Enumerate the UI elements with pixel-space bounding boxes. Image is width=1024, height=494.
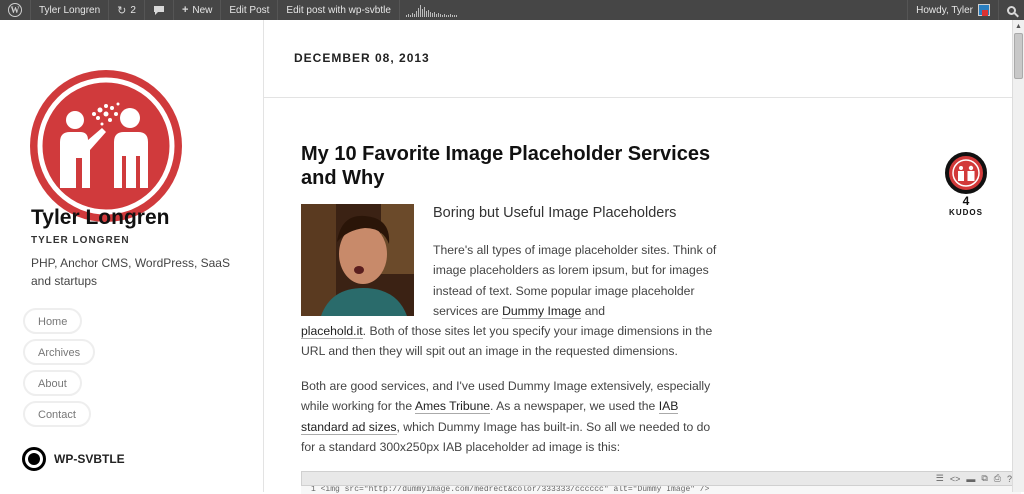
scroll-thumb[interactable] — [1014, 33, 1023, 79]
blog-description: PHP, Anchor CMS, WordPress, SaaS and sta… — [31, 256, 230, 288]
copy-icon[interactable]: ⧉ — [981, 473, 987, 484]
kudos-logo-icon — [952, 159, 980, 187]
sidebar-item-archives[interactable]: Archives — [23, 339, 96, 365]
edit-post-link[interactable]: Edit Post — [221, 0, 277, 20]
page-scrollbar[interactable]: ▲ — [1012, 20, 1024, 492]
kudos-icon[interactable] — [945, 152, 987, 194]
placehold-it-link[interactable]: placehold.it — [301, 324, 363, 339]
paragraph-1-wrap: There's all types of image placeholder s… — [433, 240, 718, 321]
comments-link[interactable] — [145, 0, 173, 20]
post-title[interactable]: My 10 Favorite Image Placeholder Service… — [301, 142, 721, 190]
edit-with-svbtle-link[interactable]: Edit post with wp-svbtle — [278, 0, 399, 20]
plus-icon: + — [181, 4, 189, 16]
account-menu[interactable]: Howdy, Tyler — [908, 0, 998, 20]
sidebar: Tyler Longren TYLER LONGREN PHP, Anchor … — [0, 20, 264, 492]
intro-heading: Boring but Useful Image Placeholders — [433, 205, 677, 221]
stats-sparkline[interactable] — [400, 3, 463, 17]
paragraph-1-and: and — [581, 303, 606, 318]
wordpress-menu[interactable]: W — [0, 0, 30, 20]
view-source-icon[interactable]: ☰ — [936, 473, 944, 484]
divider — [264, 97, 1012, 98]
blog-subtitle: TYLER LONGREN — [31, 235, 130, 246]
search-icon — [1007, 5, 1016, 15]
sidebar-item-about[interactable]: About — [23, 370, 82, 396]
greeting-label: Howdy, Tyler — [916, 4, 973, 16]
blog-title[interactable]: Tyler Longren — [31, 206, 169, 230]
paragraph-1-end: . Both of those sites let you specify yo… — [301, 324, 713, 359]
svbtle-badge[interactable]: WP-SVBTLE — [22, 447, 125, 471]
search-button[interactable] — [999, 0, 1024, 20]
code-block-toolbar: ☰ <> ▬ ⧉ ⎙ ? — [301, 471, 1021, 486]
sidebar-item-contact[interactable]: Contact — [23, 401, 91, 427]
edit-with-svbtle-label: Edit post with wp-svbtle — [286, 4, 391, 16]
svbtle-logo-icon — [22, 447, 46, 471]
comment-bubble-icon — [153, 5, 164, 15]
admin-bar: W Tyler Longren ↻ 2 + New Edit Post Edit… — [0, 0, 1024, 20]
svbtle-label: WP-SVBTLE — [54, 452, 125, 466]
scroll-up-arrow-icon[interactable]: ▲ — [1013, 20, 1024, 32]
ames-tribune-link[interactable]: Ames Tribune — [414, 399, 491, 415]
kudos-count: 4 — [962, 194, 970, 208]
post-date: DECEMBER 08, 2013 — [294, 51, 430, 65]
user-avatar — [978, 4, 990, 16]
blog-logo[interactable] — [30, 70, 182, 222]
new-content-link[interactable]: + New — [174, 0, 220, 20]
author-photo — [301, 204, 414, 316]
sidebar-item-home[interactable]: Home — [23, 308, 83, 334]
site-name-link[interactable]: Tyler Longren — [31, 0, 108, 20]
site-name-label: Tyler Longren — [39, 4, 101, 16]
updates-link[interactable]: ↻ 2 — [109, 0, 144, 20]
paragraph-2: Both are good services, and I've used Du… — [301, 376, 721, 457]
new-label: New — [192, 4, 213, 16]
paragraph-1-continued: placehold.it. Both of those sites let yo… — [301, 321, 721, 362]
code-brackets-icon[interactable]: <> — [950, 474, 961, 484]
refresh-icon: ↻ — [117, 4, 127, 17]
print-icon[interactable]: ⎙ — [994, 473, 1001, 484]
updates-count: 2 — [130, 4, 136, 16]
code-line: 1 <img src="http://dummyimage.com/medrec… — [301, 486, 1021, 494]
kudos-label: KUDOS — [949, 208, 983, 217]
plain-text-icon[interactable]: ▬ — [966, 474, 975, 484]
edit-post-label: Edit Post — [229, 4, 270, 16]
dummy-image-link[interactable]: Dummy Image — [502, 303, 582, 319]
paragraph-2-mid: . As a newspaper, we used the — [490, 399, 659, 414]
kudos-widget[interactable]: 4 KUDOS — [944, 152, 988, 217]
wordpress-logo-icon: W — [8, 3, 22, 17]
sidebar-nav: Home Archives About Contact — [23, 308, 96, 432]
